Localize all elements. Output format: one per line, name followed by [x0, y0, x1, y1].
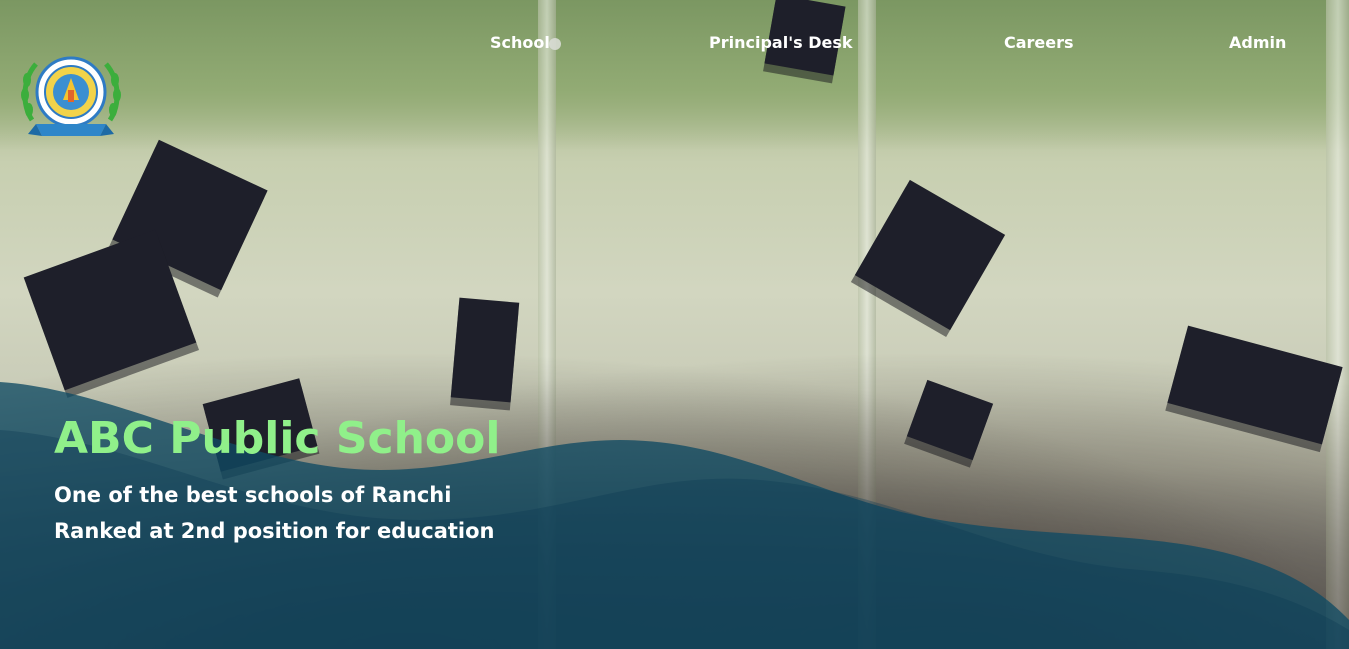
nav-item-school[interactable]: School — [490, 30, 550, 56]
wave-overlay — [0, 382, 1349, 649]
school-crest-logo-icon — [21, 56, 121, 136]
hero-tagline-1: One of the best schools of Ranchi — [54, 483, 452, 507]
nav-item-careers[interactable]: Careers — [1004, 30, 1074, 56]
nav-item-principals-desk[interactable]: Principal's Desk — [709, 30, 852, 56]
main-nav: School Principal's Desk Careers Admin — [0, 30, 1349, 56]
hero-tagline-2: Ranked at 2nd position for education — [54, 519, 495, 543]
hero-banner: School Principal's Desk Careers Admin AB… — [0, 0, 1349, 649]
nav-item-admin[interactable]: Admin — [1229, 30, 1286, 56]
nav-indicator-dot — [549, 38, 561, 50]
page-title: ABC Public School — [54, 413, 501, 464]
